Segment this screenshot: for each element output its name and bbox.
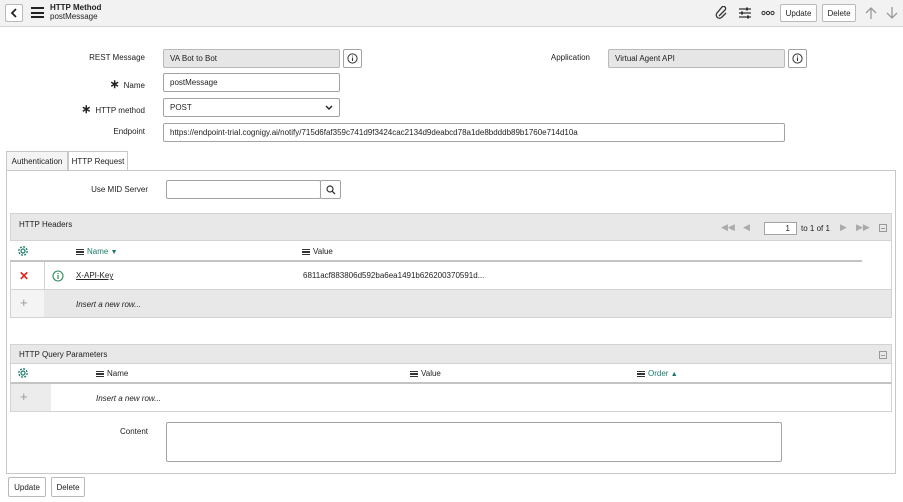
back-button[interactable]	[5, 4, 23, 22]
last-page-icon[interactable]: ▶▶	[856, 222, 870, 233]
column-menu-icon[interactable]	[96, 370, 104, 377]
http-headers-title: HTTP Headers	[19, 220, 73, 229]
application-info-button[interactable]	[788, 49, 807, 68]
next-page-icon[interactable]: ▶	[840, 222, 847, 233]
gear-icon[interactable]	[17, 245, 29, 259]
insert-row-label[interactable]: Insert a new row...	[96, 394, 161, 403]
previous-page-icon[interactable]: ◀	[743, 222, 750, 233]
column-menu-icon[interactable]	[410, 370, 418, 377]
plus-icon: +	[20, 389, 28, 404]
rest-message-label: REST Message	[89, 53, 145, 62]
mid-server-lookup-button[interactable]	[320, 180, 341, 199]
header-value-cell: 6811acf883806d592ba6ea1491b626200370591d…	[303, 271, 485, 280]
http-method-select[interactable]: POST	[163, 98, 340, 117]
column-header-value[interactable]: Value	[302, 247, 333, 256]
http-query-list-header: HTTP Query Parameters	[10, 344, 892, 364]
page-number-input[interactable]: 1	[764, 222, 797, 235]
endpoint-label: Endpoint	[113, 127, 145, 136]
delete-row-icon[interactable]: ✕	[19, 269, 29, 283]
insert-row[interactable]: + Insert a new row...	[10, 290, 892, 318]
http-headers-list-header: HTTP Headers ◀◀ ◀ 1 to 1 of 1 ▶ ▶▶	[10, 213, 892, 241]
endpoint-input[interactable]: https://endpoint-trial.cognigy.ai/notify…	[163, 123, 785, 142]
form-header: HTTP Method postMessage Update Delete	[0, 0, 903, 27]
name-input[interactable]: postMessage	[163, 73, 340, 92]
first-page-icon[interactable]: ◀◀	[721, 222, 735, 233]
row-divider	[44, 262, 45, 289]
context-menu-icon[interactable]	[31, 7, 44, 18]
footer-update-button[interactable]: Update	[8, 477, 46, 497]
column-header-value[interactable]: Value	[410, 369, 441, 378]
insert-row-label[interactable]: Insert a new row...	[76, 300, 141, 309]
settings-sliders-icon[interactable]	[737, 5, 753, 21]
gear-icon[interactable]	[17, 367, 29, 381]
insert-row[interactable]: + Insert a new row...	[10, 384, 892, 412]
http-query-title: HTTP Query Parameters	[19, 350, 108, 359]
column-menu-icon[interactable]	[76, 248, 84, 255]
required-icon: ∗	[81, 102, 92, 116]
sort-desc-icon: ▼	[110, 249, 118, 256]
collapse-icon[interactable]	[879, 351, 887, 359]
sort-asc-icon: ▲	[670, 371, 678, 378]
insert-row-gutter	[11, 384, 51, 411]
rest-message-info-button[interactable]	[343, 49, 362, 68]
rest-message-field: VA Bot to Bot	[163, 49, 340, 68]
http-method-value: POST	[170, 103, 192, 112]
column-header-name[interactable]: Name	[96, 369, 128, 378]
table-row: ✕ X-API-Key 6811acf883806d592ba6ea1491b6…	[10, 262, 892, 290]
content-textarea[interactable]	[166, 422, 782, 462]
content-label: Content	[119, 427, 148, 436]
http-query-column-header: Name Value Order ▲	[10, 364, 892, 384]
mid-server-label: Use MID Server	[91, 185, 148, 194]
required-icon: ∗	[109, 77, 120, 91]
column-header-order[interactable]: Order ▲	[637, 369, 678, 378]
collapse-icon[interactable]	[879, 224, 887, 232]
column-header-name[interactable]: Name ▼	[76, 247, 118, 256]
more-options-icon[interactable]	[760, 5, 776, 21]
name-label: ∗ Name	[109, 77, 145, 91]
http-headers-column-header: Name ▼ Value	[10, 241, 862, 262]
footer-delete-button[interactable]: Delete	[51, 477, 85, 497]
column-menu-icon[interactable]	[637, 370, 645, 377]
chevron-down-icon	[325, 105, 333, 110]
tab-authentication[interactable]: Authentication	[6, 151, 68, 171]
record-name: postMessage	[50, 12, 98, 21]
column-menu-icon[interactable]	[302, 248, 310, 255]
arrow-down-icon[interactable]	[884, 5, 900, 21]
info-icon[interactable]	[52, 270, 64, 284]
application-field: Virtual Agent API	[608, 49, 785, 68]
update-button[interactable]: Update	[780, 4, 817, 22]
arrow-up-icon[interactable]	[863, 5, 879, 21]
http-method-label: ∗ HTTP method	[81, 102, 145, 116]
column-header-filler	[862, 241, 892, 262]
plus-icon: +	[20, 295, 28, 310]
header-name-link[interactable]: X-API-Key	[76, 271, 113, 280]
page-range-text: to 1 of 1	[801, 224, 830, 233]
delete-button[interactable]: Delete	[822, 4, 856, 22]
application-label: Application	[550, 53, 590, 62]
chevron-left-icon	[10, 8, 17, 18]
attachment-icon[interactable]	[714, 5, 730, 21]
info-icon	[347, 53, 358, 64]
info-icon	[792, 53, 803, 64]
tab-http-request[interactable]: HTTP Request	[68, 151, 128, 171]
form-title: HTTP Method	[50, 3, 102, 12]
search-icon	[325, 184, 335, 194]
mid-server-input[interactable]	[166, 180, 321, 199]
